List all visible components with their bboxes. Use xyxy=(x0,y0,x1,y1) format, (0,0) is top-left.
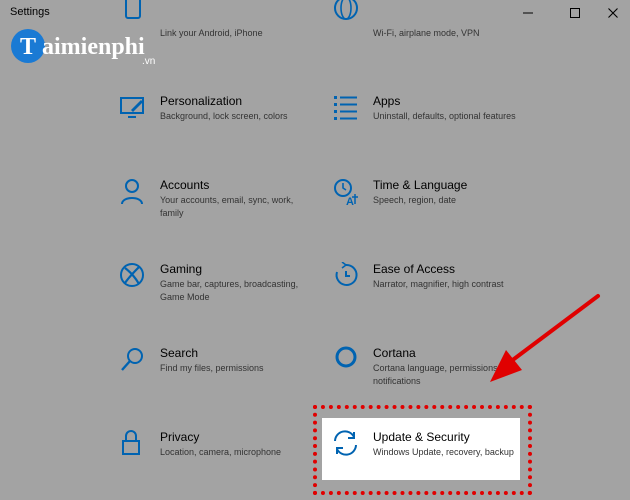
tile-title: Search xyxy=(160,346,199,360)
tile-desc: Game bar, captures, broadcasting, Game M… xyxy=(160,279,299,302)
tile-desc: Your accounts, email, sync, work, family xyxy=(160,195,294,218)
phone-icon xyxy=(119,0,147,26)
tile-title: Time & Language xyxy=(373,178,468,192)
cortana-ring-icon xyxy=(332,346,360,374)
tile-desc: Find my files, permissions xyxy=(160,363,264,373)
tile-title: Ease of Access xyxy=(373,262,456,276)
tile-title: Accounts xyxy=(160,178,210,192)
xbox-icon xyxy=(119,262,147,290)
close-icon xyxy=(608,8,618,18)
tile-title: Privacy xyxy=(160,430,200,444)
magnifier-icon xyxy=(119,346,147,374)
lock-icon xyxy=(119,430,147,458)
globe-icon xyxy=(332,0,360,26)
tile-privacy[interactable]: Privacy Location, camera, microphone xyxy=(119,430,309,478)
tile-gaming[interactable]: Gaming Game bar, captures, broadcasting,… xyxy=(119,262,309,310)
watermark-suffix: .vn xyxy=(142,56,155,67)
clock-language-icon: A xyxy=(332,178,360,206)
tile-personalization[interactable]: Personalization Background, lock screen,… xyxy=(119,94,309,142)
tile-desc: Speech, region, date xyxy=(373,195,457,205)
window-title: Settings xyxy=(10,6,50,18)
tile-desc: Uninstall, defaults, optional features xyxy=(373,111,516,121)
tile-title: Gaming xyxy=(160,262,203,276)
maximize-button[interactable] xyxy=(564,3,586,23)
paintbrush-screen-icon xyxy=(119,94,147,122)
ease-of-access-icon xyxy=(332,262,360,290)
title-bar: Settings xyxy=(0,0,630,26)
tile-title: Apps xyxy=(373,94,401,108)
person-icon xyxy=(119,178,147,206)
tile-title: Personalization xyxy=(160,94,243,108)
close-button[interactable] xyxy=(602,3,624,23)
tile-desc: Narrator, magnifier, high contrast xyxy=(373,279,504,289)
annotation-dotted-frame xyxy=(313,405,532,495)
watermark-brand: aimienphi xyxy=(42,34,145,60)
watermark-logo: T aimienphi .vn xyxy=(8,26,183,68)
minimize-icon xyxy=(523,12,533,14)
tile-accounts[interactable]: Accounts Your accounts, email, sync, wor… xyxy=(119,178,309,226)
tile-desc: Wi-Fi, airplane mode, VPN xyxy=(373,28,480,38)
tile-desc: Location, camera, microphone xyxy=(160,447,282,457)
tile-search[interactable]: Search Find my files, permissions xyxy=(119,346,309,394)
watermark-initial: T xyxy=(20,34,36,60)
tile-time-language[interactable]: A Time & Language Speech, region, date xyxy=(332,178,522,226)
tile-desc: Link your Android, iPhone xyxy=(160,28,263,38)
tile-desc: Background, lock screen, colors xyxy=(160,111,288,121)
apps-list-icon xyxy=(332,94,360,122)
tile-title: Cortana xyxy=(373,346,416,360)
tile-apps[interactable]: Apps Uninstall, defaults, optional featu… xyxy=(332,94,522,142)
maximize-icon xyxy=(570,8,580,18)
minimize-button[interactable] xyxy=(517,3,539,23)
annotation-arrow-icon xyxy=(490,294,600,382)
